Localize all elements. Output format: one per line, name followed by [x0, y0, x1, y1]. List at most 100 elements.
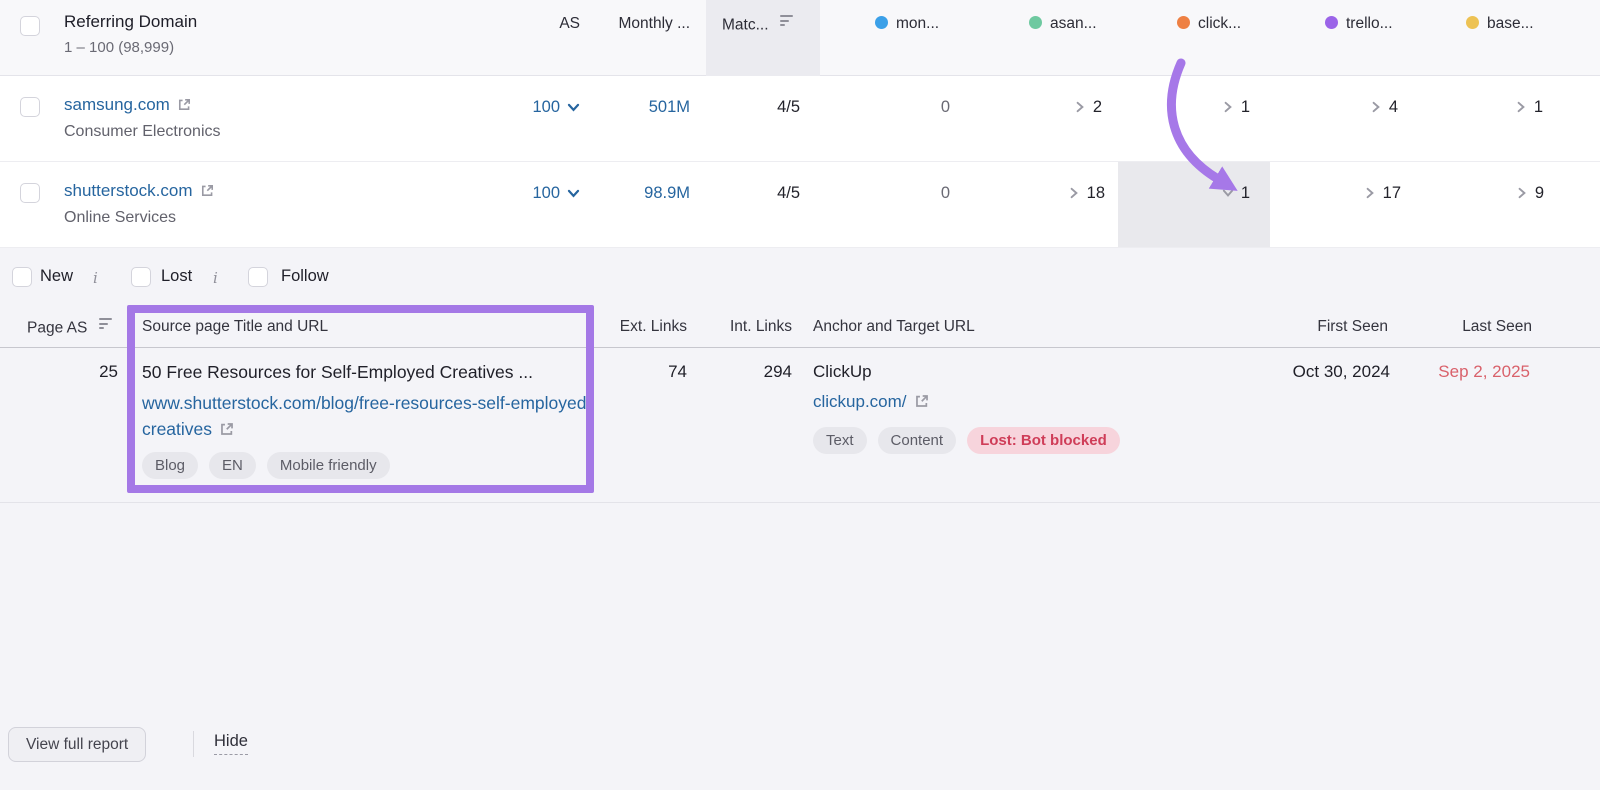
- info-icon[interactable]: i: [93, 269, 98, 287]
- int-links-value: 294: [764, 362, 792, 382]
- domain-link[interactable]: samsung.com: [64, 95, 192, 117]
- sort-descending-icon: [99, 318, 112, 332]
- chevron-down-icon: [1222, 187, 1234, 199]
- source-page-title: 50 Free Resources for Self-Employed Crea…: [142, 362, 533, 383]
- status-badge-lost: Lost: Bot blocked: [967, 427, 1120, 454]
- last-seen-column-header[interactable]: Last Seen: [1462, 318, 1532, 336]
- filter-lost-label[interactable]: Lost: [161, 267, 192, 286]
- competitor-column-monday[interactable]: mon...: [875, 15, 939, 33]
- source-page-url-link[interactable]: www.shutterstock.com/blog/free-resources…: [142, 390, 594, 444]
- source-page-column-header[interactable]: Source page Title and URL: [142, 318, 328, 336]
- as-value-dropdown[interactable]: 100: [532, 182, 580, 204]
- backlink-count-clickup[interactable]: 1: [1222, 96, 1250, 118]
- backlink-count-asana[interactable]: 2: [1074, 96, 1102, 118]
- competitor-column-basecamp[interactable]: base...: [1466, 15, 1534, 33]
- filter-new-checkbox[interactable]: [12, 267, 32, 287]
- external-link-icon[interactable]: [914, 393, 930, 414]
- as-column-header[interactable]: AS: [559, 15, 580, 33]
- match-value: 4/5: [777, 182, 800, 204]
- last-seen-value: Sep 2, 2025: [1438, 362, 1530, 382]
- results-range-label: 1 – 100 (98,999): [64, 39, 174, 56]
- chevron-down-icon: [567, 101, 580, 114]
- filter-follow-checkbox[interactable]: [248, 267, 268, 287]
- competitor-label: asan...: [1050, 15, 1097, 32]
- page-as-label: Page AS: [27, 320, 87, 337]
- chevron-right-icon: [1370, 101, 1382, 113]
- referring-domain-header-row: Referring Domain 1 – 100 (98,999) AS Mon…: [0, 0, 1600, 76]
- tag-mobile-friendly: Mobile friendly: [267, 452, 390, 479]
- detail-row-divider: [0, 502, 1600, 503]
- basecamp-dot-icon: [1466, 16, 1479, 29]
- page-as-column-header[interactable]: Page AS: [27, 318, 112, 338]
- competitor-column-clickup[interactable]: click...: [1177, 15, 1241, 33]
- target-url-link[interactable]: clickup.com/: [813, 392, 930, 414]
- tag-text: Text: [813, 427, 867, 454]
- backlink-count-monday: 0: [941, 96, 950, 118]
- table-row-samsung: samsung.com Consumer Electronics 100 501…: [0, 76, 1600, 162]
- ext-links-column-header[interactable]: Ext. Links: [620, 318, 687, 336]
- footer-divider: [193, 731, 194, 757]
- domain-category: Consumer Electronics: [64, 123, 221, 141]
- page-as-value: 25: [99, 362, 118, 382]
- competitor-label: base...: [1487, 15, 1534, 32]
- backlink-count-clickup-expanded[interactable]: 1: [1222, 182, 1250, 204]
- filter-lost-checkbox[interactable]: [131, 267, 151, 287]
- competitor-label: trello...: [1346, 15, 1393, 32]
- filter-new-label[interactable]: New: [40, 267, 73, 286]
- external-link-icon[interactable]: [200, 183, 215, 203]
- view-full-report-button[interactable]: View full report: [8, 727, 146, 762]
- match-value: 4/5: [777, 96, 800, 118]
- domain-text: shutterstock.com: [64, 181, 193, 200]
- first-seen-value: Oct 30, 2024: [1293, 362, 1390, 382]
- backlink-count-basecamp[interactable]: 1: [1515, 96, 1543, 118]
- competitor-label: mon...: [896, 15, 939, 32]
- select-all-checkbox[interactable]: [20, 16, 40, 36]
- monthly-value: 501M: [649, 98, 690, 117]
- backlink-count-trello[interactable]: 17: [1364, 182, 1401, 204]
- domain-category: Online Services: [64, 209, 176, 227]
- external-link-icon[interactable]: [219, 418, 235, 444]
- competitor-column-asana[interactable]: asan...: [1029, 15, 1097, 33]
- source-url-text: www.shutterstock.com/blog/free-resources…: [142, 393, 592, 439]
- domain-link[interactable]: shutterstock.com: [64, 181, 215, 203]
- competitor-column-trello[interactable]: trello...: [1325, 15, 1393, 33]
- ext-links-value: 74: [668, 362, 687, 382]
- anchor-tags: Text Content Lost: Bot blocked: [813, 427, 1120, 454]
- row-checkbox[interactable]: [20, 97, 40, 117]
- tag-language: EN: [209, 452, 256, 479]
- external-link-icon[interactable]: [177, 97, 192, 117]
- tag-blog: Blog: [142, 452, 198, 479]
- monthly-visits-column-header[interactable]: Monthly ...: [619, 15, 691, 33]
- referring-domain-column-header[interactable]: Referring Domain: [64, 12, 197, 32]
- row-checkbox[interactable]: [20, 183, 40, 203]
- as-value: 100: [532, 98, 560, 117]
- tag-content: Content: [878, 427, 957, 454]
- backlink-count-basecamp[interactable]: 9: [1516, 182, 1544, 204]
- chevron-right-icon: [1068, 187, 1080, 199]
- first-seen-column-header[interactable]: First Seen: [1317, 318, 1388, 336]
- info-icon[interactable]: i: [213, 269, 218, 287]
- int-links-column-header[interactable]: Int. Links: [730, 318, 792, 336]
- filter-follow-label[interactable]: Follow: [281, 267, 329, 286]
- domain-text: samsung.com: [64, 95, 170, 114]
- asana-dot-icon: [1029, 16, 1042, 29]
- monday-dot-icon: [875, 16, 888, 29]
- hide-link[interactable]: Hide: [214, 732, 248, 755]
- clickup-dot-icon: [1177, 16, 1190, 29]
- backlink-count-asana[interactable]: 18: [1068, 182, 1105, 204]
- chevron-down-icon: [567, 187, 580, 200]
- monthly-value: 98.9M: [644, 184, 690, 203]
- anchor-text: ClickUp: [813, 362, 872, 382]
- anchor-column-header[interactable]: Anchor and Target URL: [813, 318, 975, 336]
- trello-dot-icon: [1325, 16, 1338, 29]
- match-column-band: [706, 0, 820, 76]
- monthly-visits-link[interactable]: 98.9M: [644, 182, 690, 204]
- as-value: 100: [532, 184, 560, 203]
- chevron-right-icon: [1222, 101, 1234, 113]
- backlink-count-trello[interactable]: 4: [1370, 96, 1398, 118]
- monthly-visits-link[interactable]: 501M: [649, 96, 690, 118]
- chevron-right-icon: [1074, 101, 1086, 113]
- match-column-header[interactable]: Matc...: [722, 15, 793, 35]
- as-value-dropdown[interactable]: 100: [532, 96, 580, 118]
- detail-header-divider: [0, 347, 1600, 348]
